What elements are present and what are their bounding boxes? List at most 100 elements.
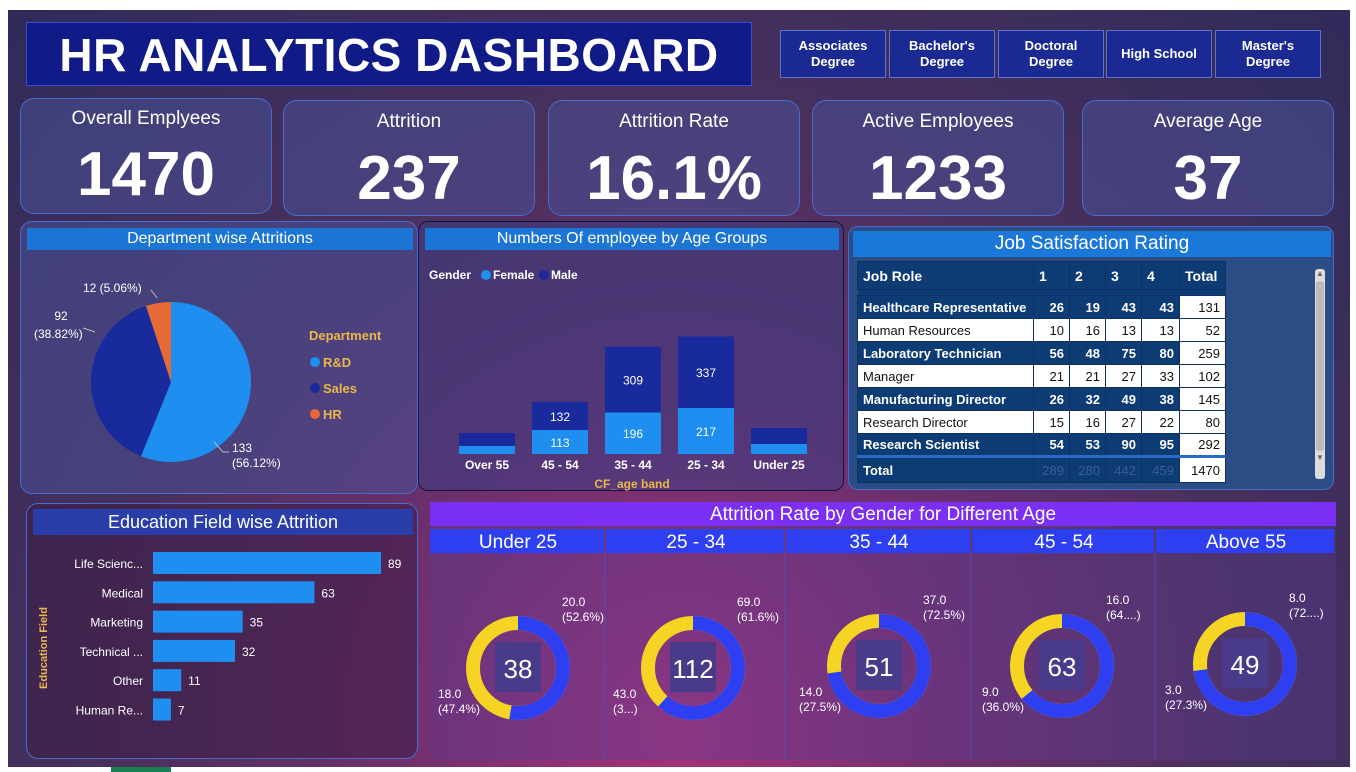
edu-bar xyxy=(153,610,243,633)
donut-data-label-blue: 8.0 (72....) xyxy=(1289,591,1324,620)
table-cell: 259 xyxy=(1179,341,1226,365)
x-tick-label: 45 - 54 xyxy=(541,458,579,472)
table-header-cell[interactable]: 2 xyxy=(1069,261,1106,290)
gender-donut-charts: Under 253820.0 (52.6%)18.0 (47.4%)25 - 341… xyxy=(430,529,1334,760)
table-cell: 292 xyxy=(1179,433,1226,457)
table-row[interactable]: Research Director 15 16 27 22 80 xyxy=(857,410,1226,434)
table-cell: 145 xyxy=(1179,387,1226,411)
pie-legend-title: Department xyxy=(309,328,382,343)
table-row[interactable]: Healthcare Representative 26 19 43 43 131 xyxy=(857,295,1226,319)
x-tick-label: 35 - 44 xyxy=(614,458,652,472)
slicer-bachelors[interactable]: Bachelor's Degree xyxy=(889,30,995,78)
bar-data-label: 337 xyxy=(696,366,716,380)
page-title: HR ANALYTICS DASHBOARD xyxy=(59,29,719,81)
table-header-cell[interactable]: Total xyxy=(1179,261,1226,290)
table-header-cell[interactable]: Job Role xyxy=(857,261,1034,290)
age-column-label: 45 - 54 xyxy=(1034,532,1094,553)
job-panel-title: Job Satisfaction Rating xyxy=(853,231,1331,257)
bar-data-label: 309 xyxy=(623,374,643,388)
kpi-value: 237 xyxy=(357,144,461,213)
table-row[interactable]: Human Resources 10 16 13 13 52 xyxy=(857,318,1226,342)
table-row[interactable]: Manager 21 21 27 33 102 xyxy=(857,364,1226,388)
donut-data-label-blue: 16.0 (64....) xyxy=(1106,593,1141,622)
table-cell: 15 xyxy=(1033,410,1070,434)
x-tick-label: Over 55 xyxy=(465,458,509,472)
donut-center-value: 49 xyxy=(1231,650,1260,680)
age-column-label: Under 25 xyxy=(479,532,557,553)
bar-female xyxy=(751,444,807,454)
y-tick-label: Marketing xyxy=(90,616,143,630)
table-header-cell[interactable]: 1 xyxy=(1033,261,1070,290)
job-satisfaction-panel: Job Satisfaction Rating Job Role 1 2 3 4 Tota… xyxy=(848,226,1334,490)
donut-data-label-blue: 37.0 (72.5%) xyxy=(923,593,965,622)
slicer-associates[interactable]: Associates Degree xyxy=(780,30,886,78)
table-row[interactable]: Manufacturing Director 26 32 49 38 145 xyxy=(857,387,1226,411)
donut-center-value: 38 xyxy=(504,654,533,684)
edu-bar xyxy=(153,639,235,662)
kpi-label: Active Employees xyxy=(862,111,1014,132)
y-axis-label: Education Field xyxy=(38,607,50,689)
scroll-up-arrow-icon[interactable]: ▲ xyxy=(1315,269,1325,279)
table-scrollbar[interactable]: ▲ ▼ xyxy=(1315,269,1325,479)
bar-data-label: 217 xyxy=(696,425,716,439)
legend-label-hr: HR xyxy=(323,407,342,422)
pie-leader-line xyxy=(82,327,96,333)
kpi-average-age: Average Age 37 xyxy=(1082,100,1334,216)
slicer-masters[interactable]: Master's Degree xyxy=(1215,30,1321,78)
slicer-doctoral[interactable]: Doctoral Degree xyxy=(998,30,1104,78)
table-cell: 80 xyxy=(1179,410,1226,434)
dashboard-canvas: HR ANALYTICS DASHBOARD Associates Degree… xyxy=(8,10,1350,767)
table-cell: 32 xyxy=(1069,387,1106,411)
slicer-high-school[interactable]: High School xyxy=(1106,30,1212,78)
legend-marker xyxy=(310,409,320,419)
bar-data-label: 89 xyxy=(388,557,402,571)
age-column-label: 35 - 44 xyxy=(849,532,909,553)
dept-attrition-panel: Department wise Attritions 133 (56.12%) 92… xyxy=(20,221,418,494)
page-tab-indicator[interactable] xyxy=(111,767,171,772)
kpi-label: Average Age xyxy=(1153,111,1263,132)
edu-bar xyxy=(153,552,381,574)
table-header-row: Job Role 1 2 3 4 Total xyxy=(857,261,1226,290)
table-header-cell[interactable]: 4 xyxy=(1141,261,1180,290)
bar-data-label: 132 xyxy=(550,410,570,424)
kpi-label: Attrition xyxy=(376,111,442,132)
table-cell: 54 xyxy=(1033,433,1070,457)
table-cell: 75 xyxy=(1105,341,1142,365)
table-cell: 53 xyxy=(1069,433,1106,457)
bar-data-label: 113 xyxy=(550,436,569,450)
table-cell: 90 xyxy=(1105,433,1142,457)
job-satisfaction-table: Job Role 1 2 3 4 Total Healthcare Representati… xyxy=(857,261,1226,483)
donut-center-value: 112 xyxy=(672,654,713,684)
table-cell: 16 xyxy=(1069,318,1106,342)
age-panel-title: Numbers Of employee by Age Groups xyxy=(425,228,839,250)
age-group-panel: Numbers Of employee by Age Groups Gender… xyxy=(418,221,844,491)
job-role-cell: Human Resources xyxy=(857,318,1034,342)
table-cell: 13 xyxy=(1141,318,1180,342)
table-cell: 21 xyxy=(1069,364,1106,388)
scroll-thumb[interactable] xyxy=(1316,281,1324,451)
dept-pie-chart: 133 (56.12%) 92 (38.82%) 12 (5.06%) Departmen… xyxy=(34,281,382,470)
kpi-attrition-rate: Attrition Rate 16.1% xyxy=(548,100,800,216)
table-row[interactable]: Research Scientist 54 53 90 95 292 xyxy=(857,433,1226,457)
y-tick-label: Life Scienc... xyxy=(74,557,143,571)
edu-bar xyxy=(153,669,182,692)
table-cell: 10 xyxy=(1033,318,1070,342)
age-column-label: 25 - 34 xyxy=(666,532,726,553)
table-header-cell[interactable]: 3 xyxy=(1105,261,1142,290)
table-row[interactable]: Laboratory Technician 56 48 75 80 259 xyxy=(857,341,1226,365)
job-satisfaction-table-wrap: Job Role 1 2 3 4 Total Healthcare Representati… xyxy=(857,261,1226,483)
donut-center-value: 51 xyxy=(865,652,894,682)
table-cell: 48 xyxy=(1069,341,1106,365)
edu-panel-title: Education Field wise Attrition xyxy=(33,509,413,535)
table-cell: 49 xyxy=(1105,387,1142,411)
scroll-down-arrow-icon[interactable]: ▼ xyxy=(1315,453,1325,463)
table-cell: 95 xyxy=(1141,433,1180,457)
kpi-value: 1470 xyxy=(77,140,215,209)
legend-label-sales: Sales xyxy=(323,381,357,396)
kpi-value: 37 xyxy=(1173,144,1243,213)
table-cell: 19 xyxy=(1069,295,1106,319)
bar-data-label: 11 xyxy=(188,674,201,688)
kpi-active-employees: Active Employees 1233 xyxy=(812,100,1064,216)
x-axis-label: CF_age band xyxy=(594,477,669,491)
pie-data-label: 12 (5.06%) xyxy=(83,281,142,295)
